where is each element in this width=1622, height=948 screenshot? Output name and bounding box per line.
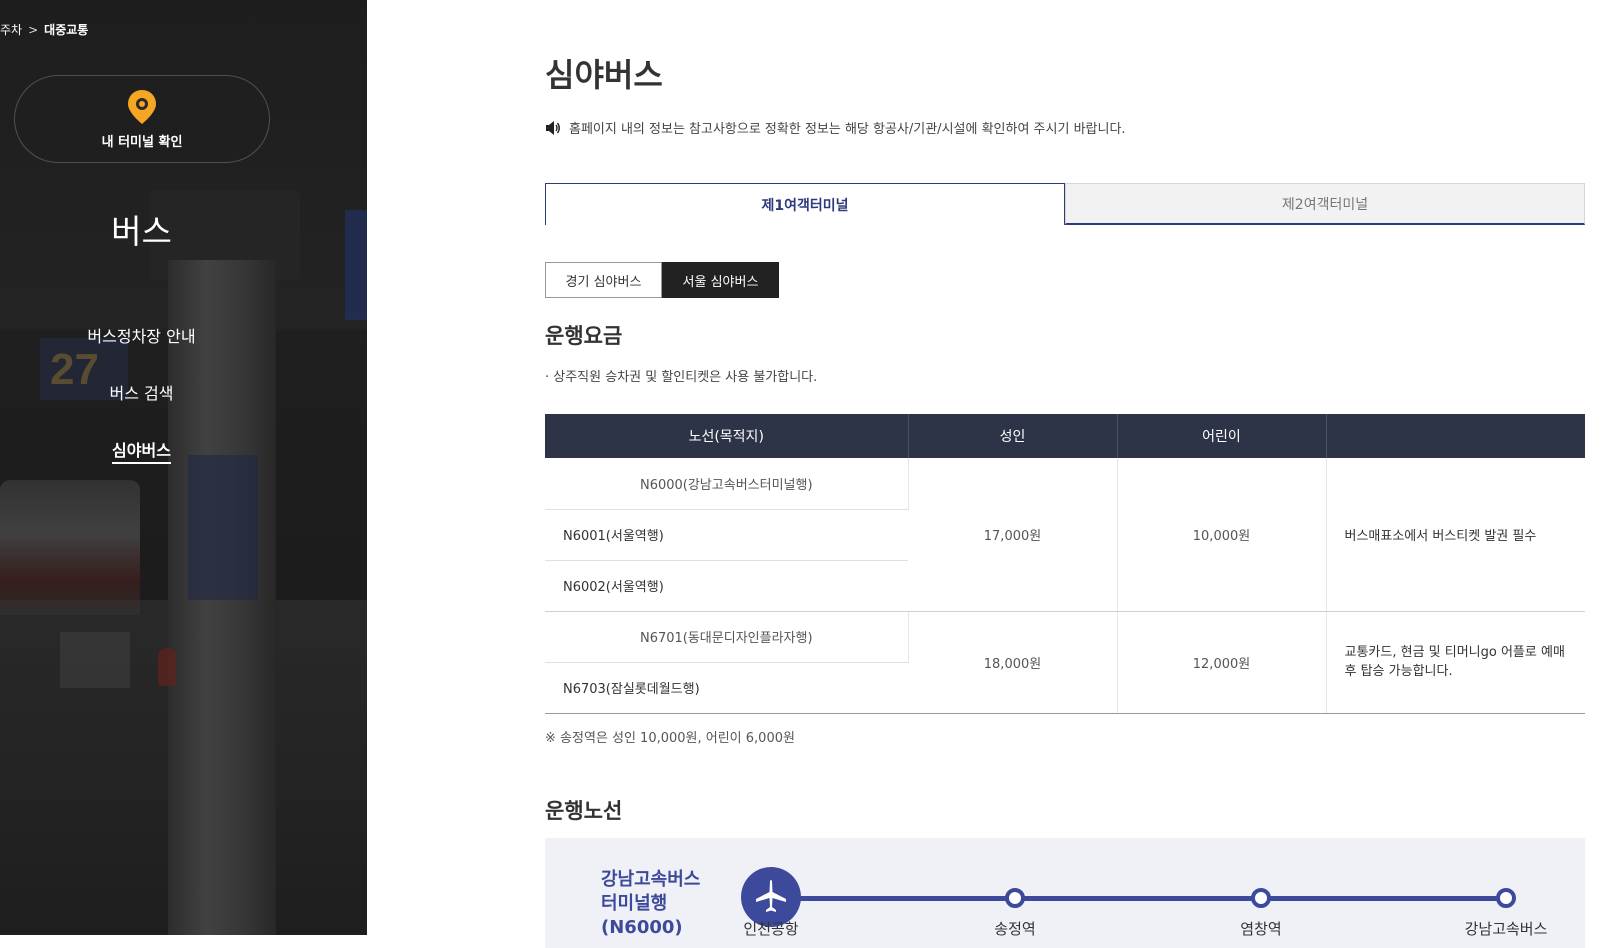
remark-cell: 버스매표소에서 버스티켓 발권 필수 (1326, 458, 1585, 612)
breadcrumb-prev[interactable]: 주차 (0, 23, 22, 37)
terminal-tabs: 제1여객터미널 제2여객터미널 (545, 183, 1585, 225)
station-label: 강남고속버스 (1464, 920, 1548, 938)
header-remark (1326, 414, 1585, 458)
sidebar-item-bus-search[interactable]: 버스 검색 (0, 379, 283, 436)
remark-cell: 교통카드, 현금 및 티머니go 어플로 예매 후 탑승 가능합니다. (1326, 611, 1585, 714)
adult-fare-cell: 17,000원 (908, 458, 1118, 612)
page-title: 심야버스 (545, 56, 663, 94)
station-label: 인천공항 (743, 920, 799, 938)
route-name-line: 터미널행 (601, 893, 668, 914)
table-row: N6000(강남고속버스터미널행) 17,000원 10,000원 버스매표소에… (545, 458, 1585, 612)
header-child: 어린이 (1117, 414, 1327, 458)
sidebar-item-night-bus[interactable]: 심야버스 (0, 436, 283, 493)
station-marker[interactable] (1251, 888, 1271, 908)
route-cell: N6002(서울역행) (545, 560, 908, 612)
header-route: 노선(목적지) (545, 414, 909, 458)
station-marker[interactable] (1005, 888, 1025, 908)
tab-gyeonggi-night-bus[interactable]: 경기 심야버스 (545, 262, 662, 298)
route-section-title: 운행노선 (545, 799, 623, 823)
route-name-line: (N6000) (601, 917, 683, 938)
breadcrumb-current[interactable]: 대중교통 (44, 23, 88, 37)
sidebar-item-label: 버스정차장 안내 (87, 327, 196, 346)
adult-fare-cell: 18,000원 (908, 611, 1118, 714)
fare-table: 노선(목적지) 성인 어린이 N6000(강남고속버스터미널행) 17,000원… (545, 414, 1585, 714)
child-fare-cell: 10,000원 (1117, 458, 1327, 612)
sidebar-menu: 버스정차장 안내 버스 검색 심야버스 (0, 322, 283, 493)
table-header-row: 노선(목적지) 성인 어린이 (545, 414, 1585, 458)
location-pin-icon (128, 89, 156, 124)
sidebar-item-label: 버스 검색 (109, 384, 174, 403)
breadcrumb: 주차 > 대중교통 (0, 21, 88, 38)
route-name: 강남고속버스 터미널행 (N6000) (601, 868, 700, 940)
fare-footnote: ※ 송정역은 성인 10,000원, 어린이 6,000원 (545, 731, 795, 746)
fare-note: · 상주직원 승차권 및 할인티켓은 사용 불가합니다. (545, 370, 818, 385)
speaker-icon (546, 120, 560, 135)
station-label: 송정역 (994, 920, 1036, 938)
header-adult: 성인 (908, 414, 1118, 458)
bus-region-tabs: 경기 심야버스 서울 심야버스 (545, 262, 779, 298)
sidebar: 27 주차 > 대중교통 내 터미널 확인 버스 버스정차장 안내 버스 검색 심야… (0, 0, 367, 935)
table-row: N6701(동대문디자인플라자행) 18,000원 12,000원 교통카드, … (545, 611, 1585, 714)
route-name-line: 강남고속버스 (601, 869, 701, 890)
my-terminal-button[interactable]: 내 터미널 확인 (14, 75, 270, 163)
notice-text: 홈페이지 내의 정보는 참고사항으로 정확한 정보는 해당 항공사/기관/시설에… (569, 122, 1126, 137)
tab-terminal-2[interactable]: 제2여객터미널 (1065, 183, 1585, 225)
my-terminal-label: 내 터미널 확인 (101, 134, 183, 150)
route-cell: N6701(동대문디자인플라자행) (545, 611, 909, 663)
breadcrumb-separator: > (28, 23, 39, 37)
notice: 홈페이지 내의 정보는 참고사항으로 정확한 정보는 해당 항공사/기관/시설에… (545, 118, 1126, 137)
route-cell: N6000(강남고속버스터미널행) (545, 458, 909, 510)
route-cell: N6703(잠실롯데월드행) (545, 662, 908, 714)
sidebar-title: 버스 (111, 212, 172, 251)
child-fare-cell: 12,000원 (1117, 611, 1327, 714)
station-marker[interactable] (1496, 888, 1516, 908)
sidebar-item-bus-stops[interactable]: 버스정차장 안내 (0, 322, 283, 379)
sidebar-item-label: 심야버스 (112, 441, 171, 464)
route-line (775, 896, 1515, 901)
tab-seoul-night-bus[interactable]: 서울 심야버스 (662, 262, 779, 298)
fare-section-title: 운행요금 (545, 324, 623, 348)
route-map: 강남고속버스 터미널행 (N6000) 인천공항 송정역 염창역 강남고속버스 (545, 838, 1585, 948)
station-label: 염창역 (1240, 920, 1282, 938)
airplane-icon (756, 880, 786, 912)
tab-terminal-1[interactable]: 제1여객터미널 (545, 183, 1065, 225)
route-cell: N6001(서울역행) (545, 509, 908, 561)
